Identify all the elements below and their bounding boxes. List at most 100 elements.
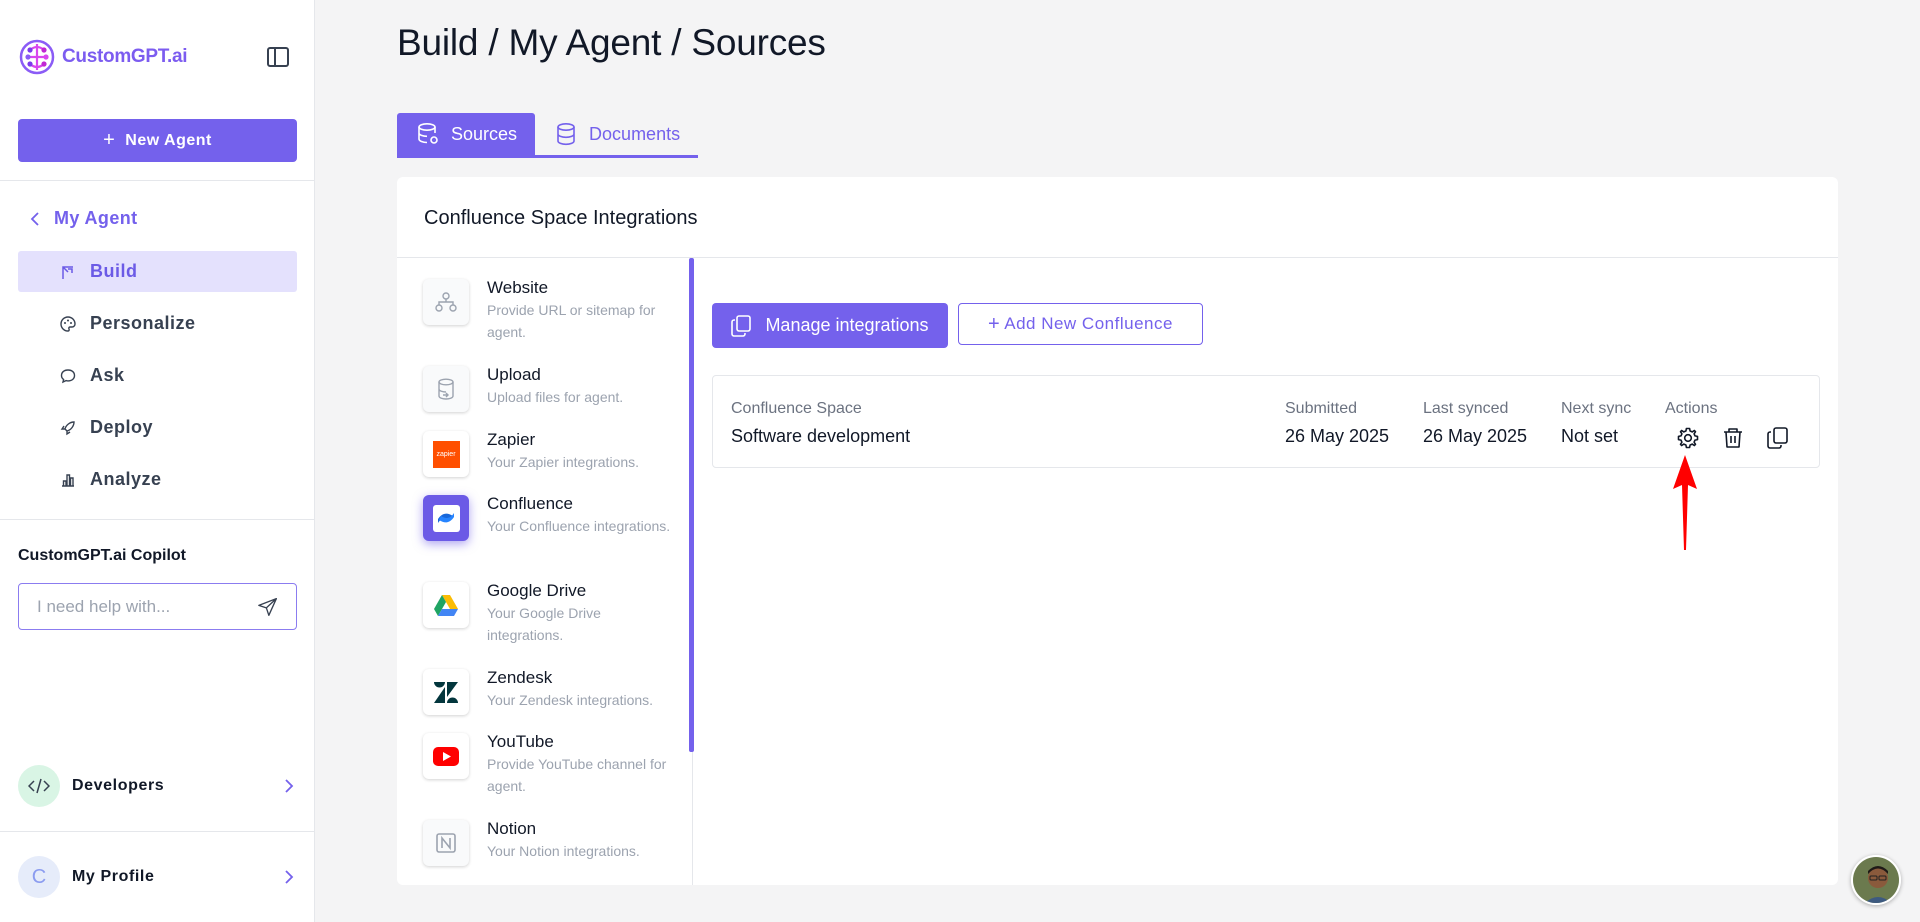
tab-documents[interactable]: Documents xyxy=(535,113,698,155)
build-icon xyxy=(62,265,73,279)
new-agent-button[interactable]: + New Agent xyxy=(18,119,297,162)
source-name: Zendesk xyxy=(487,668,553,687)
nav-item-analyze[interactable]: Analyze xyxy=(18,459,297,500)
manage-label: Manage integrations xyxy=(765,315,929,335)
source-item-upload[interactable]: Upload Upload files for agent. xyxy=(423,364,678,412)
brand-logo[interactable]: CustomGPT.ai xyxy=(18,38,188,76)
source-desc: Your Confluence integrations. xyxy=(487,518,671,534)
source-name: Google Drive xyxy=(487,581,587,600)
nav-item-ask[interactable]: Ask xyxy=(18,355,297,396)
nav-item-personalize[interactable]: Personalize xyxy=(18,303,297,344)
source-name: YouTube xyxy=(487,732,554,751)
confluence-logo-icon xyxy=(423,495,469,541)
copilot-input[interactable] xyxy=(37,596,258,617)
source-desc: Your Zendesk integrations. xyxy=(487,692,654,708)
nav-label: Build xyxy=(90,261,138,281)
source-item-youtube[interactable]: YouTube Provide YouTube channel for agent… xyxy=(423,731,678,797)
source-desc: Provide YouTube channel for agent. xyxy=(487,756,667,794)
trash-icon[interactable] xyxy=(1721,426,1745,450)
support-chat-avatar[interactable] xyxy=(1851,855,1901,905)
my-profile-link[interactable]: C My Profile xyxy=(18,856,297,898)
sidebar-toggle-icon[interactable] xyxy=(267,47,289,67)
back-to-my-agent-link[interactable]: My Agent xyxy=(30,208,138,229)
source-item-notion[interactable]: Notion Your Notion integrations. xyxy=(423,818,678,866)
nav-label: Analyze xyxy=(90,469,162,489)
palette-icon xyxy=(60,315,76,332)
developers-label: Developers xyxy=(72,777,165,794)
settings-gear-icon[interactable] xyxy=(1676,426,1700,450)
source-item-website[interactable]: Website Provide URL or sitemap for agent. xyxy=(423,277,678,343)
source-desc: Provide URL or sitemap for agent. xyxy=(487,302,656,340)
profile-label: My Profile xyxy=(72,868,155,885)
source-list: Website Provide URL or sitemap for agent.… xyxy=(397,258,693,885)
manage-integrations-button[interactable]: Manage integrations xyxy=(712,303,948,348)
sidebar-divider xyxy=(0,519,315,520)
nav-item-deploy[interactable]: Deploy xyxy=(18,407,297,448)
developers-link[interactable]: Developers xyxy=(18,765,297,807)
source-item-google-drive[interactable]: Google Drive Your Google Drive integratio… xyxy=(423,580,678,646)
duplicate-icon[interactable] xyxy=(1766,426,1790,450)
rocket-icon xyxy=(60,420,75,435)
source-item-confluence[interactable]: Confluence Your Confluence integrations. xyxy=(423,493,678,541)
nav-item-build[interactable]: Build xyxy=(18,251,297,292)
source-name: Upload xyxy=(487,365,541,384)
source-name: Confluence xyxy=(487,494,574,513)
source-list-scrollbar[interactable] xyxy=(689,258,694,752)
source-desc: Your Notion integrations. xyxy=(487,843,640,859)
source-item-zapier[interactable]: zapier Zapier Your Zapier integrations. xyxy=(423,429,678,477)
brain-logo-icon xyxy=(19,39,55,75)
plus-icon: + xyxy=(103,129,116,151)
col-submitted: Submitted 26 May 2025 xyxy=(1285,399,1389,447)
avatar: C xyxy=(18,856,60,898)
chevron-left-icon xyxy=(30,211,39,226)
page-title: Build / My Agent / Sources xyxy=(397,22,826,63)
col-confluence-space: Confluence Space Software development xyxy=(731,399,910,447)
zapier-logo-icon: zapier xyxy=(423,431,469,477)
google-drive-icon xyxy=(423,582,469,628)
integrations-card: Confluence Space Integrations Website Pro… xyxy=(397,177,1838,885)
back-label: My Agent xyxy=(54,208,138,228)
chevron-right-icon xyxy=(285,779,294,793)
copilot-input-box xyxy=(18,583,297,630)
upload-database-icon xyxy=(423,366,469,412)
add-new-confluence-button[interactable]: + Add New Confluence xyxy=(958,303,1203,345)
source-name: Website xyxy=(487,278,549,297)
person-photo-icon xyxy=(1853,857,1899,903)
col-actions: Actions xyxy=(1665,399,1717,419)
plus-icon: + xyxy=(988,312,1001,335)
nav-label: Personalize xyxy=(90,313,196,333)
sidebar: CustomGPT.ai + New Agent My Agent Build … xyxy=(0,0,315,922)
tabs: Sources Documents xyxy=(397,113,699,158)
database-icon xyxy=(557,122,575,146)
sidebar-divider xyxy=(0,180,315,181)
nav-label: Deploy xyxy=(90,417,154,437)
tab-label: Sources xyxy=(451,123,518,144)
brand-name: CustomGPT.ai xyxy=(62,46,188,67)
database-gear-icon xyxy=(418,122,438,144)
annotation-arrow-icon xyxy=(1673,455,1697,550)
col-last-synced: Last synced 26 May 2025 xyxy=(1423,399,1527,447)
nav-label: Ask xyxy=(90,365,125,385)
integration-table: Confluence Space Software development Su… xyxy=(712,375,1820,468)
source-desc: Your Zapier integrations. xyxy=(487,454,640,470)
code-icon xyxy=(18,765,60,807)
column-header: Last synced xyxy=(1423,400,1509,417)
source-item-zendesk[interactable]: Zendesk Your Zendesk integrations. xyxy=(423,667,678,715)
copy-icon xyxy=(731,314,752,337)
tab-sources[interactable]: Sources xyxy=(397,113,536,155)
chevron-right-icon xyxy=(285,870,294,884)
next-sync-value: Not set xyxy=(1561,426,1619,446)
column-header: Confluence Space xyxy=(731,400,862,417)
submitted-value: 26 May 2025 xyxy=(1285,426,1390,446)
card-title: Confluence Space Integrations xyxy=(424,207,698,229)
send-icon[interactable] xyxy=(258,596,278,618)
tab-label: Documents xyxy=(589,123,681,144)
youtube-logo-icon xyxy=(423,733,469,779)
chat-icon xyxy=(60,368,76,383)
add-label: Add New Confluence xyxy=(1004,314,1173,333)
source-name: Notion xyxy=(487,819,537,838)
zendesk-logo-icon xyxy=(423,669,469,715)
sidebar-divider xyxy=(0,831,315,832)
source-desc: Upload files for agent. xyxy=(487,389,624,405)
zapier-logo-text: zapier xyxy=(432,440,460,468)
